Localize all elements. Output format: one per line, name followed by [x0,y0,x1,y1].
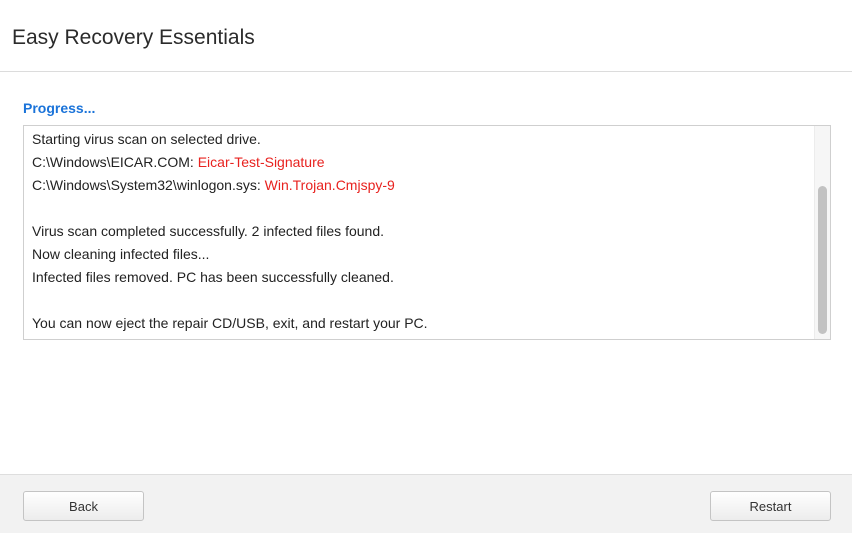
restart-button[interactable]: Restart [710,491,831,521]
title-bar: Easy Recovery Essentials [0,0,852,72]
infected-file-path: C:\Windows\EICAR.COM: [32,154,198,170]
threat-name: Eicar-Test-Signature [197,154,325,170]
log-line-eject: You can now eject the repair CD/USB, exi… [32,315,428,331]
back-button[interactable]: Back [23,491,144,521]
log-line-infection-1: C:\Windows\EICAR.COM: Eicar-Test-Signatu… [32,151,806,174]
log-line-cleaning: Now cleaning infected files... [32,246,210,262]
app-window: Easy Recovery Essentials Progress... Sta… [0,0,852,533]
log-line-removed: Infected files removed. PC has been succ… [32,269,394,285]
log-line-start: Starting virus scan on selected drive. [32,131,261,147]
progress-heading: Progress... [23,100,96,116]
threat-name: Win.Trojan.Cmjspy-9 [264,177,395,193]
log-spacer [32,197,806,220]
log-spacer [32,289,806,312]
log-scrollbar[interactable] [814,126,830,339]
infected-file-path: C:\Windows\System32\winlogon.sys: [32,177,265,193]
log-line-completed: Virus scan completed successfully. 2 inf… [32,223,384,239]
log-scrollbar-thumb[interactable] [818,186,827,334]
scan-log[interactable]: Starting virus scan on selected drive. C… [23,125,831,340]
scan-log-content: Starting virus scan on selected drive. C… [32,128,806,335]
app-title: Easy Recovery Essentials [12,26,255,49]
log-line-infection-2: C:\Windows\System32\winlogon.sys: Win.Tr… [32,174,806,197]
